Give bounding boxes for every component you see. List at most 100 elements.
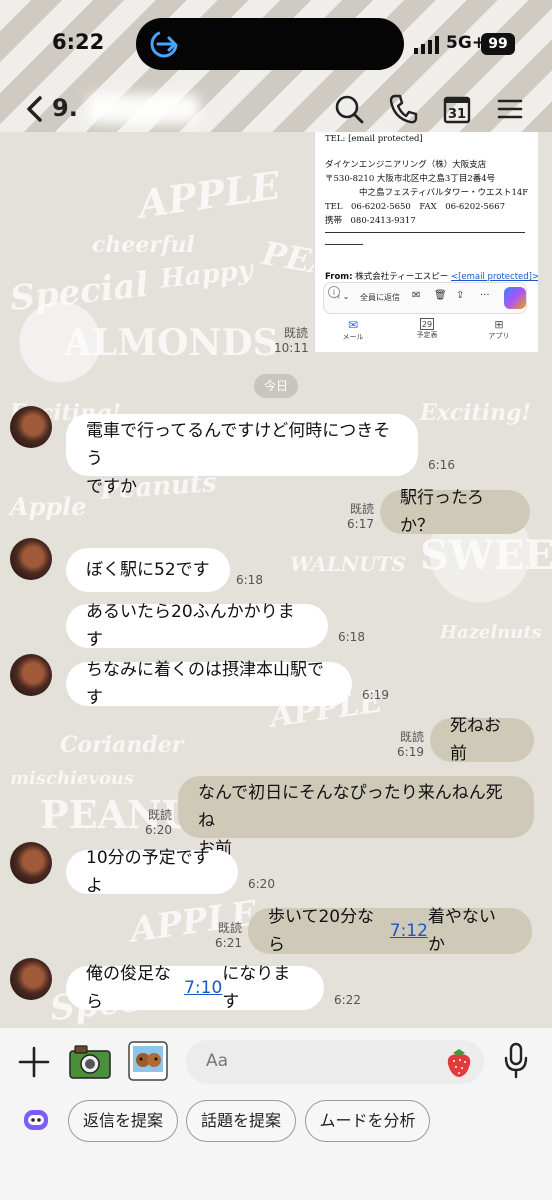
shared-image-from-label: From: [325, 272, 353, 282]
analyze-mood-button[interactable]: ムードを分析 [305, 1100, 430, 1142]
svg-text:31: 31 [448, 107, 466, 122]
message-bubble[interactable]: ちなみに着くのは摂津本山駅です [66, 660, 352, 708]
shared-image-from-email: <[email protected]> [450, 272, 538, 282]
message-bubble[interactable]: 電車で行ってるんですけど何時につきそう ですか [66, 414, 418, 497]
message-text-line: なんで初日にそんなぴったり来んねん死ね [198, 783, 503, 831]
message-input[interactable]: Aa [186, 1040, 484, 1084]
ai-assistant-icon[interactable] [22, 1106, 50, 1134]
shared-image-action-bar: «‹ ⌄ 全員に返信 ✉ 🗑 ⇪ ··· [323, 282, 527, 314]
message-time: 6:16 [428, 458, 455, 472]
phone-icon[interactable] [386, 92, 420, 126]
shared-image[interactable]: TEL: [email protected] ダイケンエンジニアリング（株）大阪… [314, 132, 538, 352]
message-meta: 既読 6:19 [390, 730, 424, 760]
message-text: になります [222, 964, 291, 1012]
message-time: 10:11 [274, 341, 309, 355]
shared-image-tel-fax: TEL 06-6202-5650 FAX 06-6202-5667 [325, 202, 506, 212]
strawberry-emoji-icon[interactable] [444, 1046, 474, 1078]
menu-icon[interactable] [493, 92, 527, 126]
shared-image-address1: 〒530-8210 大阪市北区中之島3丁目2番4号 [325, 174, 496, 184]
message-text: 俺の俊足なら [86, 964, 171, 1012]
calendar-tab-label: 予定表 [416, 331, 438, 339]
info-icon: i [328, 286, 340, 298]
shared-image-tab-calendar: 29 予定表 [407, 318, 447, 340]
top-bar: 6:22 5G+ 99 9. 31 [0, 0, 552, 132]
bg-decoration-special: Special [8, 264, 151, 320]
message-meta: 既読 6:21 [208, 921, 242, 951]
message-meta: 既読 6:17 [340, 502, 374, 532]
shared-image-tab-mail: ✉ メール [333, 318, 373, 342]
avatar[interactable] [10, 406, 52, 448]
bg-decoration-mischievous: mischievous [10, 768, 135, 789]
bg-decoration-walnuts: WALNUTS [290, 552, 406, 576]
message-time: 6:19 [397, 745, 424, 759]
message-bubble[interactable]: あるいたら20ふんかかります [66, 602, 328, 650]
shared-image-rule2 [325, 244, 363, 245]
redacted-name-blur [88, 94, 200, 124]
camera-icon[interactable] [68, 1042, 112, 1080]
message-text-line: 電車で行ってるんですけど何時につきそう [86, 421, 391, 469]
apps-tab-icon: ⊞ [494, 318, 504, 331]
message-bubble[interactable]: 俺の俊足なら 7:10 になります [66, 964, 324, 1012]
bg-decoration-exciting2: Exciting! [420, 400, 532, 426]
bg-decoration-apple2: Apple [10, 492, 87, 521]
share-icon: ⇪ [456, 290, 465, 301]
message-bubble[interactable]: 歩いて20分なら 7:12 着やないか [248, 907, 532, 955]
read-label: 既読 [217, 921, 242, 935]
back-icon[interactable] [24, 92, 46, 126]
reply-all-label: 全員に返信 [360, 293, 400, 302]
time-link[interactable]: 7:10 [184, 974, 222, 1002]
suggest-reply-button[interactable]: 返信を提案 [68, 1100, 178, 1142]
copilot-icon [504, 287, 526, 309]
message-bubble[interactable]: 死ねお前 [430, 716, 534, 764]
avatar[interactable] [10, 842, 52, 884]
message-time: 6:20 [248, 877, 275, 891]
bg-decoration-apple: APPLE [135, 162, 283, 227]
shared-image-from-name: 株式会社ティーエスピー [355, 272, 449, 282]
bg-decoration-almonds: ALMONDS [64, 322, 279, 364]
calendar-tab-icon: 29 [420, 318, 434, 330]
message-time: 6:22 [334, 993, 361, 1007]
message-text: 歩いて20分なら [268, 907, 375, 955]
time-link[interactable]: 7:12 [390, 917, 428, 945]
search-icon[interactable] [332, 92, 366, 126]
photo-icon[interactable] [127, 1040, 169, 1082]
message-time: 6:18 [338, 630, 365, 644]
message-text-line: お前 [198, 839, 232, 859]
chat-name[interactable]: 9. [52, 94, 78, 122]
shared-image-company: ダイケンエンジニアリング（株）大阪支店 [325, 160, 487, 170]
microphone-icon[interactable] [503, 1042, 529, 1080]
message-meta: 既読 6:20 [138, 808, 172, 838]
message-text: 着やないか [427, 907, 496, 955]
message-time: 6:19 [362, 688, 389, 702]
bg-decoration-happy: Happy [158, 255, 255, 295]
bg-decoration-hazelnuts: Hazelnuts [440, 622, 542, 643]
read-label: 既読 [147, 808, 172, 822]
battery-icon: 99 [481, 33, 515, 55]
chat-area[interactable]: APPLE cheerful Special Happy PEA ALMONDS… [0, 132, 552, 1028]
mail-tab-label: メール [342, 333, 364, 341]
avatar[interactable] [10, 654, 52, 696]
shared-image-from: From: 株式会社ティーエスピー <[email protected]> [325, 270, 538, 282]
mail-icon: ✉ [412, 290, 421, 301]
shared-image-read: 既読 10:11 [274, 326, 309, 356]
input-bar: Aa 返信を提案 話題を提案 ムードを分析 [0, 1028, 552, 1200]
more-icon: ··· [480, 290, 490, 301]
message-bubble[interactable]: 駅行ったろか？ [380, 488, 530, 536]
message-bubble[interactable]: ぼく駅に52です [66, 548, 230, 592]
message-bubble[interactable]: なんで初日にそんなぴったり来んねん死ね お前 [178, 776, 534, 859]
shared-image-address2: 中之島フェスティバルタワー・ウエスト14F [359, 188, 529, 198]
share-arrow-icon [150, 30, 178, 58]
avatar[interactable] [10, 958, 52, 1000]
message-bubble[interactable]: 10分の予定ですよ [66, 848, 238, 896]
calendar-icon[interactable]: 31 [440, 92, 474, 126]
avatar[interactable] [10, 538, 52, 580]
signal-icon [414, 36, 439, 54]
read-label: 既読 [349, 502, 374, 516]
shared-image-line1: TEL: [email protected] [325, 134, 423, 144]
bg-decoration-coriander: Coriander [60, 732, 184, 758]
trash-icon: 🗑 [434, 290, 447, 301]
read-label: 既読 [399, 730, 424, 744]
plus-icon[interactable] [18, 1046, 50, 1078]
message-time: 6:20 [145, 823, 172, 837]
suggest-topic-button[interactable]: 話題を提案 [186, 1100, 296, 1142]
